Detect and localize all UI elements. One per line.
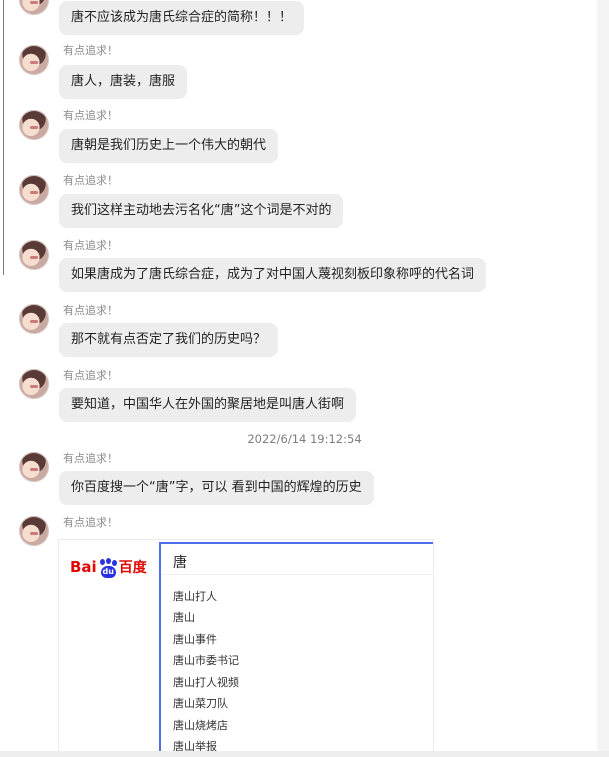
sender-avatar[interactable] [19, 304, 49, 334]
message-bubble: 你百度搜一个“唐”字，可以 看到中国的辉煌的历史 [59, 471, 374, 505]
message-bubble: 要知道，中国华人在外国的聚居地是叫唐人街啊 [59, 388, 357, 422]
sender-name: 有点追求！ [63, 174, 118, 187]
sender-avatar[interactable] [19, 45, 49, 75]
suggestion-item[interactable]: 唐山举报 [173, 738, 217, 752]
sender-avatar[interactable] [19, 516, 49, 546]
scrollbar-track[interactable] [597, 0, 609, 757]
suggestion-item[interactable]: 唐山市委书记 [173, 652, 239, 668]
sender-name: 有点追求！ [63, 239, 118, 252]
baidu-logo-prefix: Bai [70, 558, 97, 576]
search-suggestion-panel: 唐 唐山打人 唐山 唐山事件 唐山市委书记 唐山打人视频 唐山菜刀队 唐山烧烤店… [159, 542, 433, 752]
suggestion-item[interactable]: 唐山 [173, 609, 195, 625]
sender-name: 有点追求！ [63, 369, 118, 382]
message-bubble: 唐不应该成为唐氏综合症的简称！！！ [59, 1, 305, 35]
suggestion-item[interactable]: 唐山打人 [173, 588, 217, 604]
sender-name: 有点追求！ [63, 109, 118, 122]
chat-timestamp: 2022/6/14 19:12:54 [247, 432, 362, 446]
sender-name: 有点追求！ [63, 516, 118, 529]
divider [161, 574, 433, 575]
suggestion-item[interactable]: 唐山事件 [173, 631, 217, 647]
message-bubble: 我们这样主动地去污名化“唐”这个词是不对的 [59, 194, 344, 228]
sender-avatar[interactable] [19, 0, 49, 15]
sender-avatar[interactable] [19, 175, 49, 205]
sender-avatar[interactable] [19, 110, 49, 140]
message-bubble: 那不就有点否定了我们的历史吗？ [59, 323, 279, 357]
sender-avatar[interactable] [19, 452, 49, 482]
sender-avatar[interactable] [19, 240, 49, 270]
search-input[interactable]: 唐 [173, 552, 187, 572]
sender-name: 有点追求！ [63, 44, 118, 57]
paw-icon: du [97, 557, 119, 578]
message-bubble: 唐朝是我们历史上一个伟大的朝代 [59, 129, 279, 163]
message-bubble: 如果唐成为了唐氏综合症，成为了对中国人蔑视刻板印象称呼的代名词 [59, 258, 487, 292]
sender-name: 有点追求！ [63, 452, 118, 465]
sender-name: 有点追求！ [63, 304, 118, 317]
message-bubble: 唐人，唐装，唐服 [59, 65, 188, 99]
input-area-edge [0, 751, 609, 757]
baidu-screenshot-image[interactable]: Bai du 百度 唐 唐山打人 唐山 唐山事件 唐山市委书记 唐山打人视频 唐山菜… [59, 540, 433, 752]
window-edge-line [3, 0, 4, 275]
suggestion-item[interactable]: 唐山打人视频 [173, 674, 239, 690]
suggestion-item[interactable]: 唐山菜刀队 [173, 695, 228, 711]
suggestion-item[interactable]: 唐山烧烤店 [173, 717, 228, 733]
baidu-logo-du: du [101, 566, 115, 577]
baidu-logo: Bai du 百度 [70, 554, 150, 580]
sender-avatar[interactable] [19, 369, 49, 399]
baidu-logo-cn: 百度 [118, 560, 147, 576]
